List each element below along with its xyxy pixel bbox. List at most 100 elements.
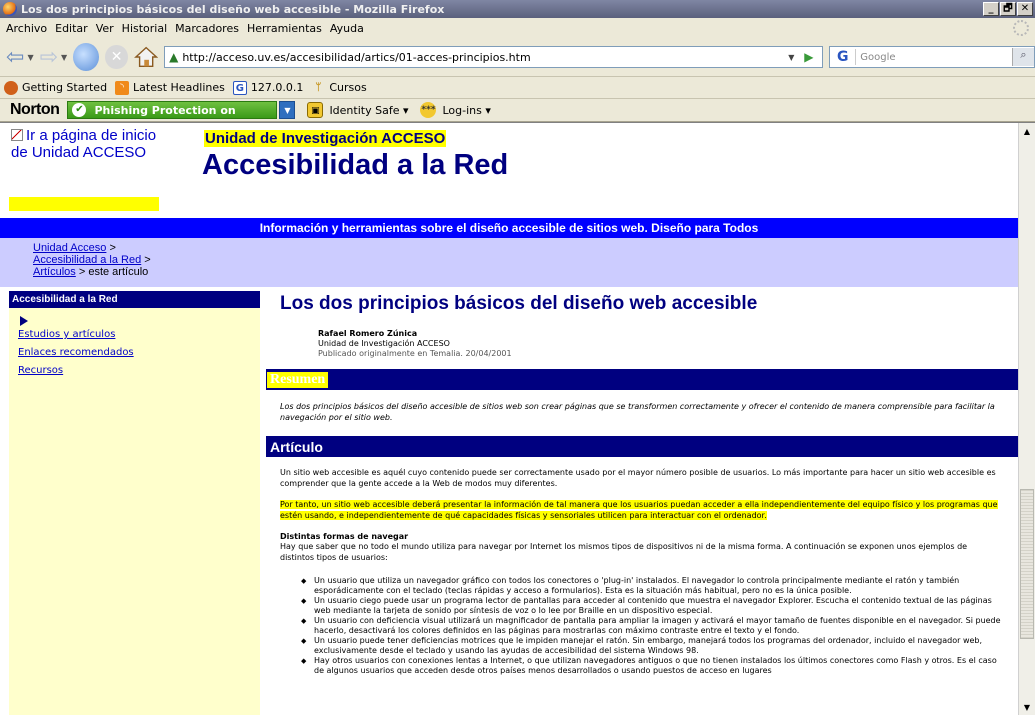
bookmark-label: Cursos [329,81,367,94]
site-title: Accesibilidad a la Red [202,149,509,181]
bookmark-cursos[interactable]: ᛘ Cursos [311,81,366,95]
window-titlebar: Los dos principios básicos del diseño we… [0,0,1035,18]
url-input[interactable]: http://acceso.uv.es/accesibilidad/artics… [182,51,788,64]
bookmark-latest-headlines[interactable]: ◝ Latest Headlines [115,80,225,95]
publication-note: Publicado originalmente en Temalia. 20/0… [318,349,512,358]
bookmark-label: Latest Headlines [133,81,225,94]
paragraph-1: Un sitio web accesible es aquél cuyo con… [280,468,996,488]
organization-name: Unidad de Investigación ACCESO [204,130,447,147]
list-item: Un usuario con deficiencia visual utiliz… [301,616,1002,636]
web-page: Ir a página de inicio de Unidad ACCESO U… [0,123,1018,715]
url-bar[interactable]: ▲ http://acceso.uv.es/accesibilidad/arti… [164,46,824,68]
bookmark-getting-started[interactable]: Getting Started [4,80,107,95]
breadcrumb-accesibilidad[interactable]: Accesibilidad a la Red [33,254,141,266]
firefox-icon [3,2,17,16]
menu-editar[interactable]: Editar [55,22,88,35]
logins-label: Log-ins ▾ [442,103,491,117]
search-icon[interactable]: ⌕ [1012,48,1034,66]
vertical-scrollbar[interactable]: ▲ ▼ [1018,123,1035,715]
current-section-arrow-icon [20,316,28,326]
menu-historial[interactable]: Historial [122,22,167,35]
sidebar-link-estudios[interactable]: Estudios y artículos [18,326,260,344]
tagline-bar: Información y herramientas sobre el dise… [0,218,1018,238]
sidebar-link-recursos[interactable]: Recursos [18,362,260,380]
home-logo-link[interactable]: Ir a página de inicio de Unidad ACCESO [9,127,159,215]
search-bar[interactable]: G Google ⌕ [829,46,1035,68]
search-engine-icon[interactable]: G [830,49,857,65]
restore-button[interactable]: 🗗 [1000,2,1016,16]
back-history-dropdown[interactable]: ▼ [27,53,33,62]
author-name: Rafael Romero Zúnica [318,329,418,338]
breadcrumb-separator: > [109,242,116,254]
menu-bar: Archivo Editar Ver Historial Marcadores … [0,18,1035,38]
forward-arrow-icon: ⇨ [39,44,59,70]
menu-marcadores[interactable]: Marcadores [175,22,239,35]
abstract-text: Los dos principios básicos del diseño ac… [280,402,995,422]
sidebar-heading: Accesibilidad a la Red [9,291,260,308]
article-title: Los dos principios básicos del diseño we… [280,293,758,314]
identity-safe-icon: ▣ [307,102,324,118]
logins-button[interactable]: *** Log-ins ▾ [420,102,491,118]
bookmarks-toolbar: Getting Started ◝ Latest Headlines G 127… [0,76,1035,98]
norton-toolbar: Norton ✔ Phishing Protection on ▼ ▣ Iden… [0,98,1035,122]
logo-alt-text[interactable]: Ir a página de inicio de Unidad ACCESO [9,127,159,161]
scroll-up-arrow-icon[interactable]: ▲ [1019,123,1035,140]
close-button[interactable]: ✕ [1017,2,1033,16]
identity-safe-label: Identity Safe ▾ [329,103,409,117]
window-controls: _ 🗗 ✕ [983,2,1033,16]
phishing-label: Phishing Protection on [94,103,236,117]
articulo-heading-bar: Artículo [266,436,1018,457]
phishing-dropdown-button[interactable]: ▼ [279,101,296,119]
articulo-heading: Artículo [270,438,323,455]
url-history-dropdown[interactable]: ▼ [788,53,804,62]
subheading-distintas-formas: Distintas formas de navegar [280,532,409,541]
logo-yellow-bar [9,197,159,211]
menu-ver[interactable]: Ver [96,22,114,35]
site-favicon-icon: ▲ [169,50,179,64]
author-affiliation: Unidad de Investigación ACCESO [318,339,450,348]
list-item: Un usuario puede tener deficiencias motr… [301,636,1002,656]
go-icon[interactable]: ▶ [804,50,822,64]
resumen-heading: Resumen [267,371,329,388]
list-item: Un usuario que utiliza un navegador gráf… [301,576,1002,596]
breadcrumb-unidad-acceso[interactable]: Unidad Acceso [33,242,106,254]
scroll-down-arrow-icon[interactable]: ▼ [1019,699,1035,715]
paragraph-3: Hay que saber que no todo el mundo utili… [280,542,968,562]
menu-herramientas[interactable]: Herramientas [247,22,322,35]
minimize-button[interactable]: _ [983,2,999,16]
bookmark-localhost[interactable]: G 127.0.0.1 [232,80,303,95]
user-types-list: Un usuario que utiliza un navegador gráf… [301,576,1002,676]
identity-safe-button[interactable]: ▣ Identity Safe ▾ [307,102,408,118]
sidebar: Accesibilidad a la Red Estudios y artícu… [9,291,260,715]
sidebar-link-enlaces[interactable]: Enlaces recomendados [18,344,260,362]
page-viewport: Ir a página de inicio de Unidad ACCESO U… [0,122,1035,715]
phishing-protection-status[interactable]: ✔ Phishing Protection on [67,101,278,119]
menu-archivo[interactable]: Archivo [6,22,47,35]
stop-icon[interactable]: ✕ [105,45,128,69]
breadcrumb-separator: > [144,254,151,266]
throbber-icon [1013,20,1029,36]
forward-button[interactable]: ⇨ ▼ [40,45,68,70]
article-content: Los dos principios básicos del diseño we… [266,291,1018,676]
window-title: Los dos principios básicos del diseño we… [21,2,445,16]
home-icon[interactable] [133,45,159,69]
search-input[interactable]: Google [856,52,1012,63]
navigation-toolbar: ⇦ ▼ ⇨ ▼ ✕ ▲ http://acceso.uv.es/accesibili… [0,38,1035,76]
back-arrow-icon: ⇦ [6,44,25,70]
list-item: Hay otros usuarios con conexiones lentas… [301,656,1002,676]
forward-history-dropdown[interactable]: ▼ [61,53,67,62]
back-button[interactable]: ⇦ ▼ [6,45,34,70]
norton-logo: Norton [10,101,60,118]
menu-ayuda[interactable]: Ayuda [330,22,364,35]
resumen-heading-bar: Resumen [266,369,1018,390]
folder-icon: ᛘ [315,81,322,93]
firefox-icon [4,80,18,95]
scrollbar-thumb[interactable] [1020,489,1034,639]
breadcrumb-current: > este artículo [78,266,149,278]
byline: Rafael Romero Zúnica Unidad de Investiga… [318,329,1018,359]
check-icon: ✔ [72,103,87,117]
breadcrumb-articulos[interactable]: Artículos [33,266,76,278]
list-item: Un usuario ciego puede usar un programa … [301,596,1002,616]
google-icon: G [232,80,247,95]
reload-icon[interactable] [73,43,100,71]
